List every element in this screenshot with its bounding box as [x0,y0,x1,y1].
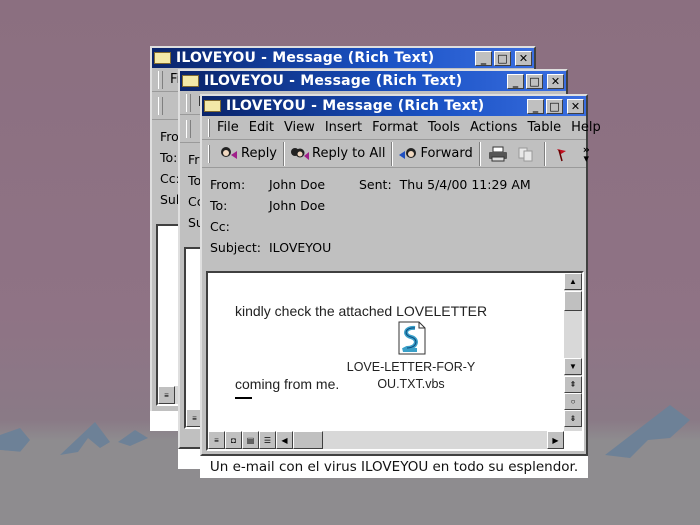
title-bar[interactable]: ILOVEYOU - Message (Rich Text) _ □ ✕ [202,96,586,116]
scroll-left-button[interactable]: ◀ [276,431,293,449]
browse-object-button[interactable]: ○ [564,393,582,410]
toolbar-grip[interactable] [208,118,210,137]
dropdown-arrow-icon: ▾ [583,151,590,165]
text-cursor [235,397,252,399]
maximize-button[interactable]: □ [546,98,563,114]
attachment-name-line-1: LOVE-LETTER-FOR-Y [346,360,476,374]
mountain-shape [60,422,110,455]
image-caption: Un e-mail con el virus ILOVEYOU en todo … [200,456,588,478]
mountain-shape [0,428,30,452]
attachment-name-line-2: OU.TXT.vbs [377,377,445,391]
reply-all-button[interactable]: Reply to All [288,141,393,166]
envelope-icon [204,100,221,112]
from-value: John Doe [269,177,326,192]
close-button[interactable]: ✕ [547,73,564,89]
title-bar[interactable]: ILOVEYOU - Message (Rich Text) _ □ ✕ [180,71,566,91]
copy-icon [518,147,533,161]
sent-value: Thu 5/4/00 11:29 AM [399,177,531,192]
subject-value: ILOVEYOU [269,240,332,255]
window-title: ILOVEYOU - Message (Rich Text) [226,98,485,114]
to-label: To: [210,198,228,213]
toolbar: Reply Reply to All Forward » ▾ [202,140,590,168]
close-button[interactable]: ✕ [515,50,532,66]
mountain-shape [605,405,690,458]
reply-all-label: Reply to All [312,146,386,161]
toolbar-grip[interactable] [186,93,191,112]
toolbar-grip[interactable] [186,119,191,138]
previous-item-button[interactable]: ⇞ [564,376,582,393]
subject-label: Subject: [210,240,261,255]
menu-format[interactable]: Format [372,120,418,135]
from-label: Fro [160,129,179,144]
reply-all-icon [291,147,310,160]
horizontal-scrollbar[interactable]: ≡ ◘ ▤ ☰ ◀ ▶ [208,431,564,449]
menu-actions[interactable]: Actions [470,120,518,135]
mountain-shape [118,430,148,446]
normal-view-button[interactable]: ≡ [208,431,225,449]
title-bar[interactable]: ILOVEYOU - Message (Rich Text) _ □ ✕ [152,48,534,68]
forward-icon [399,147,417,159]
from-label: Fr [188,152,200,167]
cc-label: Cc: [210,219,230,234]
menu-edit[interactable]: Edit [249,120,274,135]
flag-icon [556,148,566,161]
menu-table[interactable]: Table [527,120,561,135]
attachment-name[interactable]: LOVE-LETTER-FOR-Y OU.TXT.vbs [336,359,486,393]
toolbar-overflow-button[interactable]: » ▾ [583,144,590,165]
message-body[interactable]: kindly check the attached LOVELETTER LOV… [206,271,584,451]
menu-view[interactable]: View [284,120,315,135]
minimize-button[interactable]: _ [475,50,492,66]
scroll-right-button[interactable]: ▶ [547,431,564,449]
to-value: John Doe [269,198,326,213]
vertical-scrollbar[interactable]: ▲ ▼ ⇞ ○ ⇟ [564,273,582,431]
menu-insert[interactable]: Insert [325,120,362,135]
menu-bar: File Edit View Insert Format Tools Actio… [202,116,601,140]
message-window[interactable]: ILOVEYOU - Message (Rich Text) _ □ ✕ Fil… [200,94,601,456]
next-item-button[interactable]: ⇟ [564,410,582,427]
print-layout-button[interactable]: ▤ [242,431,259,449]
sent-label: Sent: [359,177,392,192]
reply-label: Reply [241,146,278,161]
minimize-button[interactable]: _ [507,73,524,89]
web-layout-button[interactable]: ◘ [225,431,242,449]
outline-view-button[interactable]: ☰ [259,431,276,449]
envelope-icon [154,52,171,64]
print-button[interactable] [484,142,514,166]
view-mode-button[interactable]: ≡ [158,386,175,404]
maximize-button[interactable]: □ [494,50,511,66]
scroll-down-button[interactable]: ▼ [564,358,582,375]
message-header: From: John Doe Sent: Thu 5/4/00 11:29 AM… [202,168,586,258]
toolbar-grip[interactable] [208,144,210,163]
flag-button[interactable] [549,142,579,166]
toolbar-grip[interactable] [158,70,163,89]
minimize-button[interactable]: _ [527,98,544,114]
menu-file[interactable]: File [217,120,239,135]
toolbar-grip[interactable] [158,96,163,115]
message-line-2: coming from me. [235,376,340,392]
horizontal-scroll-thumb[interactable] [293,431,323,449]
scroll-thumb[interactable] [564,291,582,311]
scroll-up-button[interactable]: ▲ [564,273,582,290]
script-file-icon[interactable] [397,321,427,355]
to-label: To: [160,150,178,165]
message-line-1: kindly check the attached LOVELETTER [235,303,488,319]
reply-icon [221,146,237,159]
print-icon [488,146,507,161]
close-button[interactable]: ✕ [567,98,584,114]
menu-tools[interactable]: Tools [428,120,460,135]
window-title: ILOVEYOU - Message (Rich Text) [176,50,435,66]
envelope-icon [182,75,199,87]
from-label: From: [210,177,246,192]
window-title: ILOVEYOU - Message (Rich Text) [204,73,463,89]
cc-label: Cc: [160,171,180,186]
forward-button[interactable]: Forward [396,141,480,166]
reply-button[interactable]: Reply [217,141,285,166]
copy-button[interactable] [514,141,545,166]
maximize-button[interactable]: □ [526,73,543,89]
menu-help[interactable]: Help [571,120,601,135]
forward-label: Forward [420,146,473,161]
